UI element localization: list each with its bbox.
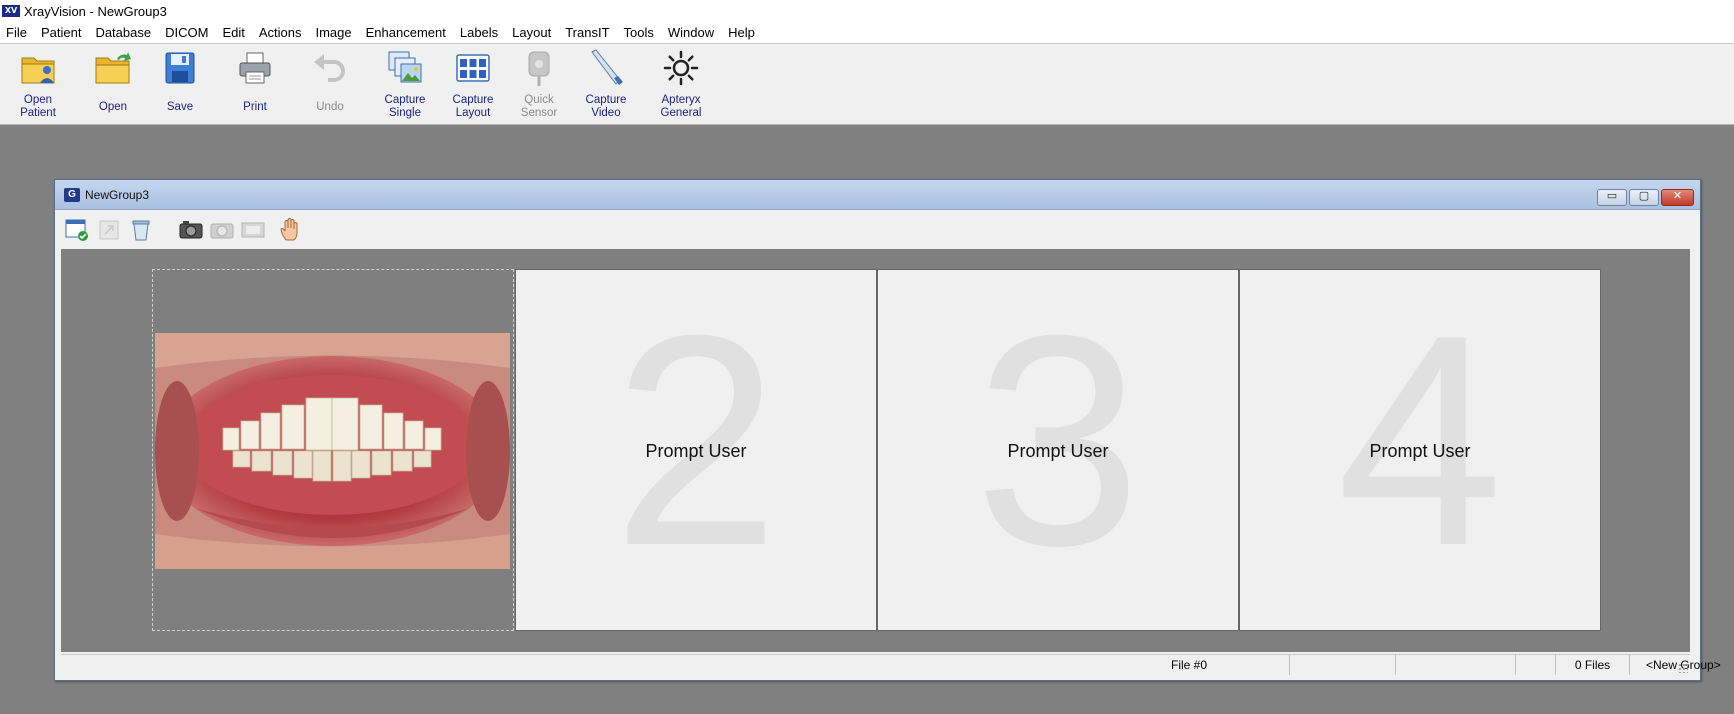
menu-image[interactable]: Image [308, 23, 358, 43]
app-titlebar: XV XrayVision - NewGroup3 [0, 0, 1734, 22]
menu-edit[interactable]: Edit [215, 23, 251, 43]
capture-single-label-line2: Single [389, 107, 421, 119]
sensor-icon [528, 51, 550, 86]
window-controls: ▭ ▢ ✕ [1595, 189, 1694, 206]
status-file-number: File #0 [1171, 658, 1208, 672]
layout-slot-2[interactable]: 2 Prompt User [515, 269, 877, 631]
menu-bar: File Patient Database DICOM Edit Actions… [0, 22, 1734, 44]
hand-pan-icon[interactable] [279, 218, 303, 242]
layout-viewport: 2 Prompt User 3 Prompt User 4 Prompt Use… [61, 249, 1690, 652]
group-window-titlebar[interactable]: G NewGroup3 ▭ ▢ ✕ [55, 180, 1700, 210]
capture-single-icon [388, 51, 422, 83]
capture-layout-label-line2: Layout [455, 107, 491, 119]
capture-video-button[interactable]: Capture Video [571, 48, 641, 124]
folder-open-icon [95, 52, 131, 84]
apteryx-general-button[interactable]: Apteryx General [646, 48, 716, 124]
group-window-icon: G [64, 187, 80, 202]
print-label: Print [243, 101, 267, 113]
menu-dicom[interactable]: DICOM [158, 23, 215, 43]
close-icon: ✕ [1672, 189, 1683, 202]
layout-slot-4[interactable]: 4 Prompt User [1239, 269, 1601, 631]
app-logo-icon: XV [2, 5, 20, 17]
status-bar: File #0 0 Files <New Group> [61, 654, 1721, 675]
save-label: Save [166, 101, 194, 113]
group-window-title: NewGroup3 [85, 187, 150, 202]
undo-button[interactable]: Undo [295, 48, 365, 124]
gear-sun-icon [663, 50, 699, 86]
apteryx-general-label-line1: Apteryx [661, 94, 701, 106]
minimize-button[interactable]: ▭ [1597, 189, 1627, 206]
resize-grip-icon[interactable] [1678, 663, 1688, 673]
quick-sensor-label-line1: Quick [524, 94, 554, 106]
maximize-icon: ▢ [1638, 189, 1650, 202]
capture-video-label-line2: Video [591, 107, 621, 119]
intraoral-camera-icon [591, 49, 623, 85]
group-window: G NewGroup3 ▭ ▢ ✕ 2 Prompt User 3 Prompt… [54, 179, 1721, 681]
intraoral-teeth-photo[interactable] [155, 333, 510, 569]
status-file-count: 0 Files [1555, 655, 1629, 675]
menu-layout[interactable]: Layout [505, 23, 558, 43]
open-label: Open [98, 101, 128, 113]
menu-enhancement[interactable]: Enhancement [359, 23, 453, 43]
menu-patient[interactable]: Patient [34, 23, 88, 43]
open-patient-folder-icon [21, 57, 55, 84]
close-button[interactable]: ✕ [1661, 189, 1694, 206]
menu-database[interactable]: Database [88, 23, 158, 43]
main-toolbar: Open Patient Open Save Print Undo Captur… [0, 44, 1734, 125]
slot-number: 2 [612, 272, 780, 608]
group-toolbar [55, 211, 1700, 249]
capture-single-label-line1: Capture [384, 94, 426, 106]
slot-prompt-text: Prompt User [1007, 441, 1109, 461]
camera-icon[interactable] [179, 218, 203, 242]
quick-sensor-label-line2: Sensor [520, 107, 558, 119]
quick-sensor-button[interactable]: Quick Sensor [504, 48, 574, 124]
properties-check-icon[interactable] [65, 218, 89, 242]
apteryx-general-label-line2: General [660, 107, 702, 119]
maximize-button[interactable]: ▢ [1629, 189, 1659, 206]
capture-layout-label-line1: Capture [452, 94, 494, 106]
menu-help[interactable]: Help [721, 23, 762, 43]
save-button[interactable]: Save [145, 48, 215, 124]
capture-layout-grid-icon [456, 54, 490, 82]
slot-prompt-text: Prompt User [1369, 441, 1471, 461]
camera-disabled-icon[interactable] [210, 218, 234, 242]
layout-slot-3[interactable]: 3 Prompt User [877, 269, 1239, 631]
open-patient-label-line2: Patient [20, 107, 56, 119]
menu-transit[interactable]: TransIT [558, 23, 616, 43]
print-button[interactable]: Print [220, 48, 290, 124]
export-icon[interactable] [97, 218, 121, 242]
undo-arrow-icon [314, 54, 345, 82]
menu-tools[interactable]: Tools [617, 23, 661, 43]
open-patient-label-line1: Open [23, 94, 53, 106]
floppy-disk-icon [165, 52, 195, 84]
status-cell-empty-2 [1395, 655, 1515, 675]
trash-bin-icon[interactable] [129, 218, 153, 242]
menu-window[interactable]: Window [661, 23, 721, 43]
status-cell-empty-1 [1289, 655, 1395, 675]
film-strip-icon[interactable] [241, 218, 265, 242]
app-title: XrayVision - NewGroup3 [24, 3, 167, 19]
capture-single-button[interactable]: Capture Single [370, 48, 440, 124]
status-group-name: <New Group> [1629, 655, 1721, 675]
undo-label: Undo [316, 101, 344, 113]
capture-video-label-line1: Capture [585, 94, 627, 106]
menu-labels[interactable]: Labels [453, 23, 505, 43]
menu-actions[interactable]: Actions [252, 23, 309, 43]
minimize-icon: ▭ [1606, 189, 1618, 202]
open-button[interactable]: Open [78, 48, 148, 124]
menu-file[interactable]: File [0, 23, 34, 43]
slot-number: 4 [1336, 272, 1504, 608]
layout-slot-1[interactable] [152, 269, 514, 631]
capture-layout-button[interactable]: Capture Layout [438, 48, 508, 124]
printer-icon [239, 52, 271, 84]
status-cell-empty-3 [1515, 655, 1555, 675]
open-patient-button[interactable]: Open Patient [3, 48, 73, 124]
slot-number: 3 [974, 272, 1142, 608]
slot-prompt-text: Prompt User [645, 441, 747, 461]
